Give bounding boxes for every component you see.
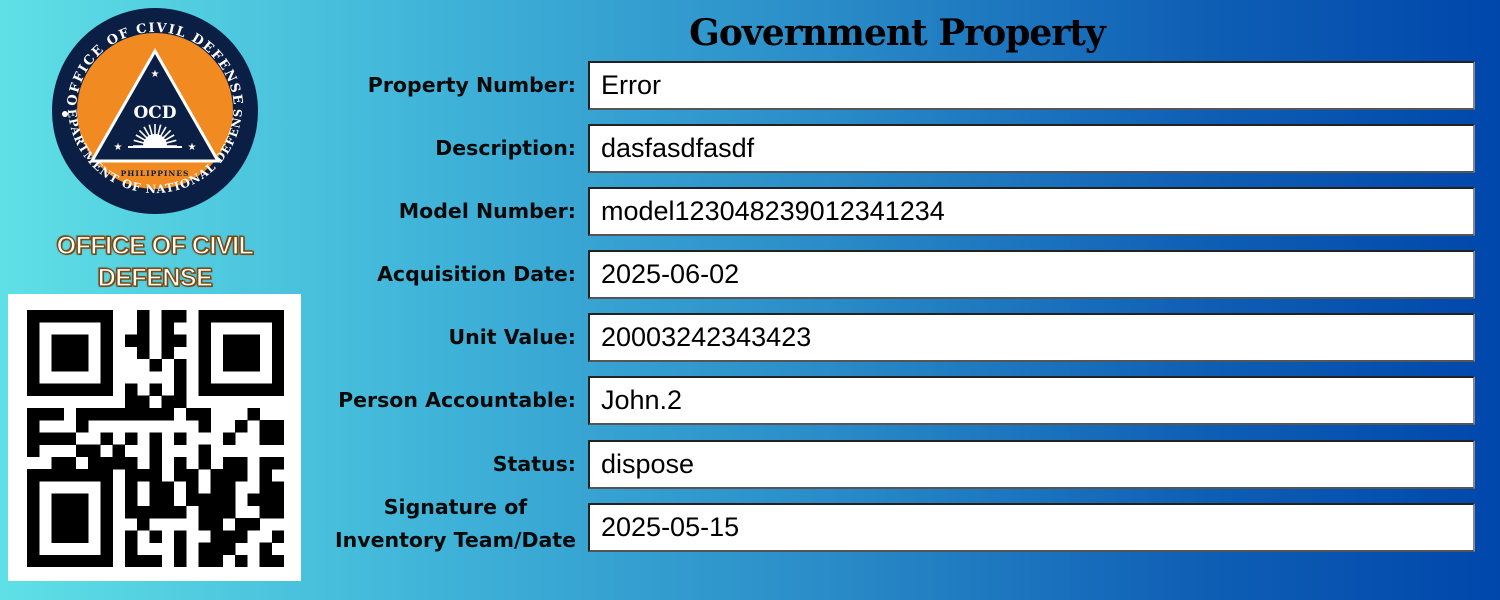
page-title: Government Property [689, 12, 1106, 54]
qr-code [8, 294, 301, 581]
description-label: Description: [435, 135, 576, 160]
ocd-seal-logo: OFFICE OF CIVIL DEFENSE DEPARTMENT OF NA… [50, 6, 258, 214]
svg-text:PHILIPPINES: PHILIPPINES [121, 169, 190, 178]
person-accountable-field[interactable]: John.2 [588, 376, 1475, 425]
field-row-description: Description: dasfasdfasdf [300, 124, 1475, 173]
signature-inventory-team-date-label: Signature of Inventory Team/Date [335, 495, 576, 557]
field-row-acquisition-date: Acquisition Date: 2025-06-02 [300, 250, 1475, 299]
model-number-field[interactable]: model123048239012341234 [588, 187, 1475, 236]
acquisition-date-field[interactable]: 2025-06-02 [588, 250, 1475, 299]
label-line2: Inventory Team/Date [335, 528, 576, 552]
unit-value-field[interactable]: 20003242343423 [588, 313, 1475, 362]
org-name-line2: DEFENSE [97, 263, 213, 292]
svg-text:★: ★ [188, 142, 197, 153]
field-row-property-number: Property Number: Error [300, 61, 1475, 110]
field-row-model-number: Model Number: model123048239012341234 [300, 187, 1475, 236]
property-number-field[interactable]: Error [588, 61, 1475, 110]
field-row-signature-inventory-team-date: Signature of Inventory Team/Date 2025-05-1… [300, 495, 1475, 552]
description-field[interactable]: dasfasdfasdf [588, 124, 1475, 173]
field-row-unit-value: Unit Value: 20003242343423 [300, 313, 1475, 362]
acquisition-date-label: Acquisition Date: [377, 261, 576, 286]
property-number-label: Property Number: [367, 72, 576, 97]
field-row-person-accountable: Person Accountable: John.2 [300, 376, 1475, 425]
qr-code-icon [27, 310, 284, 567]
svg-text:★: ★ [151, 69, 160, 80]
label-line1: Signature of [383, 495, 528, 519]
field-row-status: Status: dispose [300, 440, 1475, 489]
org-name-line1: OFFICE OF CIVIL [56, 231, 254, 260]
status-label: Status: [492, 451, 576, 476]
person-accountable-label: Person Accountable: [338, 387, 576, 412]
svg-text:OCD: OCD [133, 103, 176, 123]
status-field[interactable]: dispose [588, 440, 1475, 489]
signature-inventory-team-date-field[interactable]: 2025-05-15 [588, 503, 1475, 552]
unit-value-label: Unit Value: [448, 324, 576, 349]
svg-text:★: ★ [114, 142, 123, 153]
model-number-label: Model Number: [398, 198, 576, 223]
